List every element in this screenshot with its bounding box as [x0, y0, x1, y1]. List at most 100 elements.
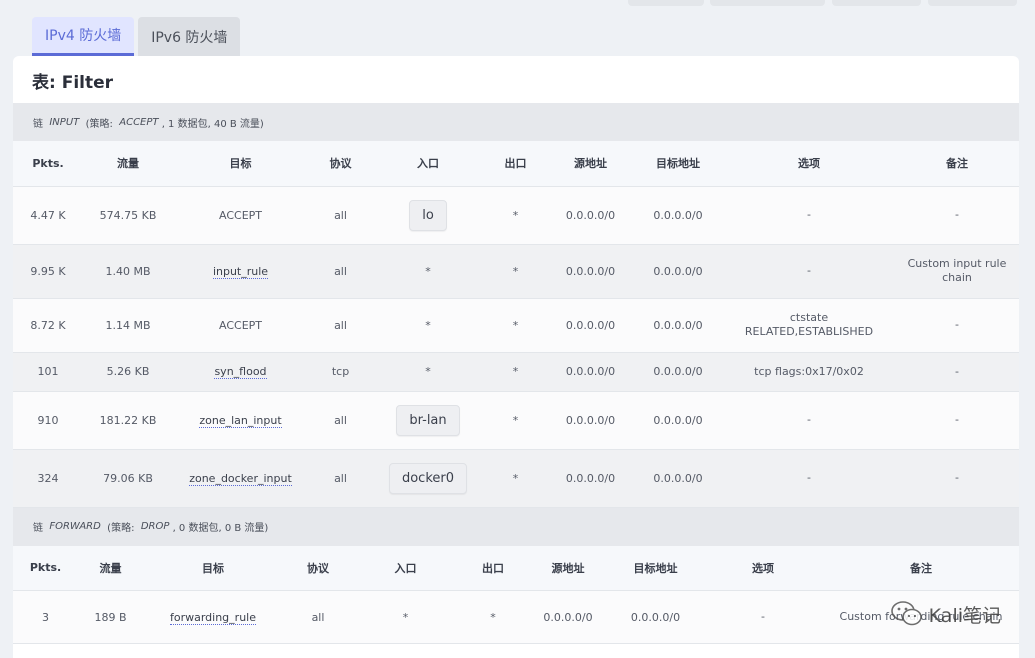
column-header-traffic: 流量 — [78, 545, 143, 591]
cell-pkts: 101 — [13, 352, 83, 392]
target-chain-link[interactable]: syn_flood — [214, 365, 267, 379]
column-header-out-interface: 出口 — [458, 545, 528, 591]
cell-traffic: 79.06 KB — [83, 449, 173, 508]
cell-options-value: tcp flags:0x17/0x02 — [754, 364, 864, 378]
cell-destination-value: 0.0.0.0/0 — [653, 413, 703, 427]
cell-protocol: all — [308, 449, 373, 508]
tab-ipv6-firewall[interactable]: IPv6 防火墙 — [138, 17, 241, 56]
tab-ipv4-firewall[interactable]: IPv4 防火墙 — [32, 17, 135, 56]
cell-out-interface-value: * — [512, 413, 519, 427]
cell-comment: - — [895, 391, 1019, 450]
toolbar-button[interactable] — [710, 0, 825, 6]
cell-in-interface: * — [373, 352, 483, 392]
column-header-in-interface: 入口 — [353, 545, 458, 591]
column-header-target: 目标 — [143, 545, 283, 591]
cell-options: - — [723, 449, 895, 508]
interface-badge[interactable]: docker0 — [388, 462, 468, 494]
cell-out-interface: * — [483, 449, 548, 508]
column-header-protocol: 协议 — [308, 141, 373, 187]
cell-out-interface: * — [483, 244, 548, 299]
chain-name: FORWARD — [49, 521, 101, 532]
cell-traffic-value: 189 B — [94, 610, 127, 624]
cell-pkts: 3 — [13, 590, 78, 644]
target-chain-link[interactable]: zone_docker_input — [189, 471, 292, 486]
cell-source-value: 0.0.0.0/0 — [565, 208, 616, 222]
cell-protocol: all — [283, 590, 353, 644]
cell-traffic: 5.26 KB — [83, 352, 173, 392]
cell-in-interface-value: * — [425, 365, 431, 378]
chain-header-input: 链 INPUT (策略: ACCEPT , 1 数据包, 40 B 流量) — [13, 103, 1019, 141]
cell-target: zone_lan_input — [173, 391, 308, 450]
cell-destination-value: 0.0.0.0/0 — [653, 264, 703, 278]
cell-out-interface: * — [458, 590, 528, 644]
cell-traffic-value: 181.22 KB — [99, 413, 157, 427]
column-header-traffic: 流量 — [83, 141, 173, 187]
table-row: 8.72 K 1.14 MB ACCEPT all * * 0.0.0.0/0 0.0.0.0… — [13, 298, 1019, 353]
table-title: 表: Filter — [32, 73, 114, 93]
cell-pkts: 910 — [13, 391, 83, 450]
chain-header-forward: 链 FORWARD (策略: DROP , 0 数据包, 0 B 流量) — [13, 507, 1019, 546]
cell-comment: - — [895, 186, 1019, 245]
column-header-source: 源地址 — [528, 545, 608, 591]
cell-traffic: 1.40 MB — [83, 244, 173, 299]
table-row: 9.95 K 1.40 MB input_rule all * * 0.0.0.0/0 0.0… — [13, 244, 1019, 299]
interface-badge[interactable]: br-lan — [396, 404, 460, 436]
target-chain-link[interactable]: forwarding_rule — [169, 610, 256, 625]
cell-out-interface: * — [483, 186, 548, 245]
cell-traffic-value: 574.75 KB — [99, 208, 157, 222]
cell-target-value: ACCEPT — [219, 318, 262, 332]
cell-target: ACCEPT — [173, 186, 308, 245]
table-header-row: Pkts. 流量 目标 协议 入口 出口 源地址 目标地址 选项 备注 — [13, 545, 1019, 591]
chain-prefix: 链 — [33, 118, 43, 130]
cell-comment: Custom input rule chain — [895, 244, 1019, 299]
target-chain-link[interactable]: input_rule — [212, 264, 269, 279]
table-row: 324 79.06 KB zone_docker_input all docker0 * 0… — [13, 449, 1019, 508]
cell-comment-value: - — [955, 413, 959, 426]
column-header-target: 目标 — [173, 141, 308, 187]
cell-destination: 0.0.0.0/0 — [633, 186, 723, 245]
cell-options: - — [723, 391, 895, 450]
cell-destination-value: 0.0.0.0/0 — [653, 471, 703, 485]
column-header-destination: 目标地址 — [608, 545, 703, 591]
cell-out-interface-value: * — [512, 208, 519, 222]
cell-comment-value: - — [955, 208, 959, 221]
cell-destination-value: 0.0.0.0/0 — [653, 208, 703, 222]
cell-source-value: 0.0.0.0/0 — [565, 264, 616, 278]
chain-policy-label: (策略: — [85, 118, 113, 130]
cell-protocol-value: tcp — [331, 365, 350, 378]
cell-source: 0.0.0.0/0 — [528, 590, 608, 644]
watermark: Kali笔记 — [890, 600, 1001, 628]
toolbar-button[interactable] — [832, 0, 921, 6]
cell-protocol: all — [308, 298, 373, 353]
cell-pkts: 8.72 K — [13, 298, 83, 353]
toolbar-button[interactable] — [628, 0, 704, 6]
cell-options: - — [723, 244, 895, 299]
cell-target: syn_flood — [173, 352, 308, 392]
column-header-comment: 备注 — [823, 545, 1019, 591]
cell-destination-value: 0.0.0.0/0 — [630, 610, 681, 624]
cell-protocol-value: all — [311, 610, 325, 624]
target-chain-link[interactable]: zone_lan_input — [199, 413, 282, 428]
chain-policy: DROP — [140, 521, 170, 532]
cell-out-interface-value: * — [512, 318, 519, 332]
cell-source: 0.0.0.0/0 — [548, 449, 633, 508]
cell-protocol: all — [308, 186, 373, 245]
cell-protocol-value: all — [334, 318, 347, 332]
column-header-out-interface: 出口 — [483, 141, 548, 187]
cell-destination-value: 0.0.0.0/0 — [653, 365, 703, 378]
cell-pkts-value: 324 — [37, 471, 59, 485]
cell-traffic: 189 B — [78, 590, 143, 644]
cell-destination: 0.0.0.0/0 — [633, 298, 723, 353]
column-header-pkts: Pkts. — [13, 141, 83, 187]
cell-out-interface-value: * — [512, 471, 519, 485]
interface-badge[interactable]: lo — [409, 199, 447, 231]
cell-source: 0.0.0.0/0 — [548, 298, 633, 353]
cell-pkts-value: 3 — [42, 610, 49, 624]
cell-source: 0.0.0.0/0 — [548, 391, 633, 450]
toolbar-button[interactable] — [928, 0, 1017, 6]
cell-pkts: 4.47 K — [13, 186, 83, 245]
cell-destination: 0.0.0.0/0 — [633, 449, 723, 508]
column-header-protocol: 协议 — [283, 545, 353, 591]
cell-options: - — [703, 590, 823, 644]
cell-options-value: - — [807, 264, 811, 277]
